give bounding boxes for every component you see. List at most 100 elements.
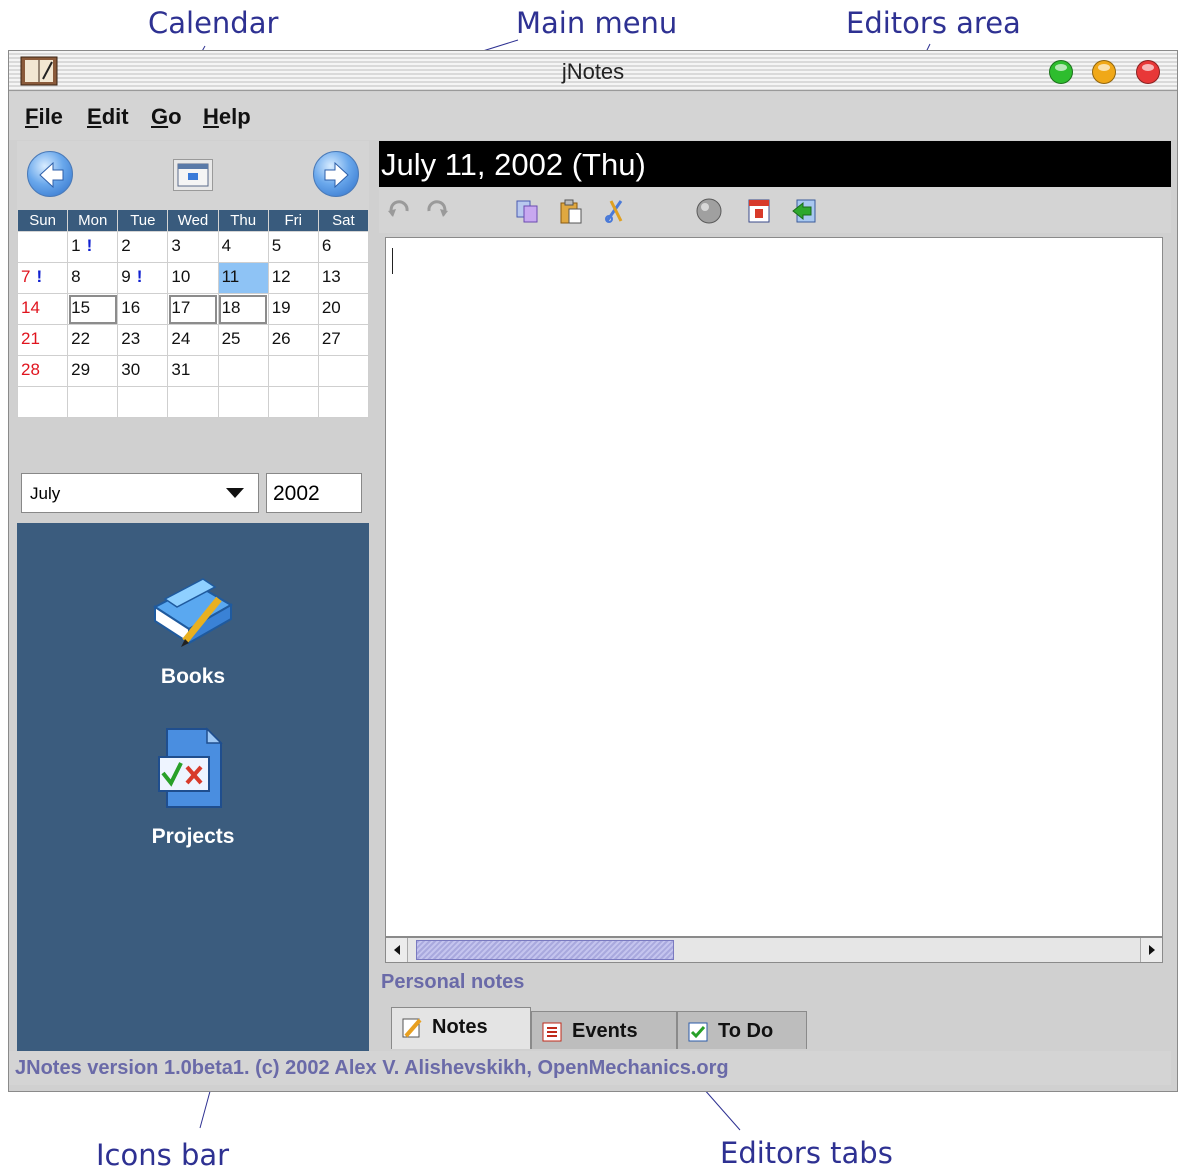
calendar-day-cell[interactable] [267, 355, 319, 387]
calendar-day-cell[interactable]: 7! [16, 262, 69, 294]
editor-toolbar [379, 187, 1171, 233]
calendar-day-cell[interactable] [267, 386, 319, 418]
calendar-week-row: 1! 2 3 4 5 6 [16, 231, 370, 263]
calendar-day-cell[interactable]: 18 [217, 293, 269, 325]
month-select[interactable]: July [21, 473, 259, 513]
day-number: 4 [221, 236, 232, 255]
menu-help[interactable]: Help [203, 104, 251, 130]
calendar-day-cell[interactable]: 29 [67, 355, 119, 387]
tab-events[interactable]: Events [531, 1011, 677, 1049]
annotation-icons-bar: Icons bar [96, 1138, 230, 1171]
calendar-day-cell[interactable]: 14 [16, 293, 69, 325]
menu-go[interactable]: Go [151, 104, 182, 130]
menu-edit[interactable]: Edit [87, 104, 129, 130]
calendar-day-cell[interactable]: 9! [117, 262, 169, 294]
weekday-mon: Mon [67, 209, 119, 232]
scroll-left-button[interactable] [386, 938, 408, 962]
calendar-day-cell[interactable]: 17 [167, 293, 219, 325]
calendar-day-cell[interactable] [217, 355, 269, 387]
day-number: 21 [21, 329, 40, 348]
calendar-day-cell[interactable]: 4 [217, 231, 269, 263]
calendar-day-cell[interactable]: 22 [67, 324, 119, 356]
export-icon[interactable] [791, 197, 819, 225]
tab-notes[interactable]: Notes [391, 1007, 531, 1049]
calendar-day-cell[interactable]: 23 [117, 324, 169, 356]
calendar-day-cell[interactable]: 12 [267, 262, 319, 294]
calendar-day-cell[interactable] [67, 386, 119, 418]
calendar-day-cell[interactable]: 24 [167, 324, 219, 356]
tab-events-label: Events [572, 1020, 638, 1042]
calendar-week-row: 28 29 30 31 [16, 355, 370, 387]
calendar-day-cell[interactable]: 30 [117, 355, 169, 387]
calendar-day-cell[interactable] [117, 386, 169, 418]
calendar-day-cell[interactable] [317, 355, 370, 387]
calendar-day-cell-selected[interactable]: 11 [217, 262, 269, 294]
calendar-grid: Sun Mon Tue Wed Thu Fri Sat 1! 2 3 4 5 6… [16, 209, 370, 418]
calendar-day-cell[interactable] [317, 386, 370, 418]
calendar-day-cell[interactable]: 3 [167, 231, 219, 263]
cut-icon[interactable] [601, 197, 629, 225]
calendar-day-cell[interactable]: 15 [67, 293, 119, 325]
calendar-day-cell[interactable]: 5 [267, 231, 319, 263]
calendar-day-cell[interactable]: 20 [317, 293, 370, 325]
calendar-date-icon[interactable] [745, 197, 773, 225]
calendar-day-cell[interactable]: 25 [217, 324, 269, 356]
calendar-day-cell[interactable]: 13 [317, 262, 370, 294]
day-number: 25 [221, 329, 241, 348]
projects-button[interactable] [145, 721, 241, 817]
menu-file[interactable]: File [25, 104, 63, 130]
notes-text-area[interactable] [385, 237, 1163, 937]
calendar-day-cell[interactable]: 28 [16, 355, 69, 387]
calendar-day-cell[interactable]: 26 [267, 324, 319, 356]
zoom-button[interactable] [1049, 60, 1073, 84]
scroll-right-button[interactable] [1140, 938, 1162, 962]
year-field[interactable]: 2002 [266, 473, 362, 513]
window-title: jNotes [561, 59, 625, 84]
calendar-day-cell[interactable]: 31 [167, 355, 219, 387]
tab-todo[interactable]: To Do [677, 1011, 807, 1049]
arrow-right-icon [324, 161, 349, 189]
calendar-day-cell[interactable]: 6 [317, 231, 370, 263]
calendar-day-cell[interactable]: 2 [117, 231, 169, 263]
menu-help-label: elp [218, 104, 251, 129]
menu-edit-mnemonic: E [87, 104, 102, 129]
weekday-sat: Sat [317, 209, 370, 232]
calendar-day-cell[interactable] [167, 386, 219, 418]
calendar-day-cell[interactable]: 8 [67, 262, 119, 294]
minimize-button[interactable] [1092, 60, 1116, 84]
calendar-day-cell[interactable] [16, 231, 69, 263]
triangle-left-icon [394, 945, 400, 955]
title-bar[interactable]: jNotes [9, 51, 1177, 91]
calendar-day-cell[interactable]: 16 [117, 293, 169, 325]
books-button[interactable] [145, 563, 241, 659]
calendar-day-cell[interactable]: 27 [317, 324, 370, 356]
day-number: 20 [321, 298, 341, 317]
close-button[interactable] [1136, 60, 1160, 84]
date-header: July 11, 2002 (Thu) [379, 141, 1171, 187]
calendar-day-cell[interactable] [217, 386, 269, 418]
calendar-day-cell[interactable]: 19 [267, 293, 319, 325]
horizontal-scrollbar[interactable] [385, 937, 1163, 963]
day-number: 19 [271, 298, 291, 317]
day-number: 6 [321, 236, 332, 255]
scrollbar-thumb[interactable] [416, 940, 674, 960]
redo-icon[interactable] [423, 197, 451, 225]
tab-todo-label: To Do [718, 1020, 774, 1042]
undo-icon[interactable] [385, 197, 413, 225]
calendar-day-cell[interactable]: 10 [167, 262, 219, 294]
copy-icon[interactable] [513, 197, 541, 225]
chevron-down-icon [226, 488, 244, 498]
calendar-day-cell[interactable]: 21 [16, 324, 69, 356]
next-month-button[interactable] [313, 151, 359, 197]
go-to-today-button[interactable] [173, 159, 213, 191]
paste-icon[interactable] [557, 197, 585, 225]
menu-file-mnemonic: F [25, 104, 39, 129]
calendar-day-cell[interactable]: 1! [67, 231, 119, 263]
day-number: 29 [71, 360, 91, 379]
calendar-week-row [16, 386, 370, 418]
menu-go-mnemonic: G [151, 104, 169, 129]
day-number: 30 [121, 360, 141, 379]
previous-month-button[interactable] [27, 151, 73, 197]
globe-icon[interactable] [695, 197, 723, 225]
calendar-day-cell[interactable] [16, 386, 69, 418]
